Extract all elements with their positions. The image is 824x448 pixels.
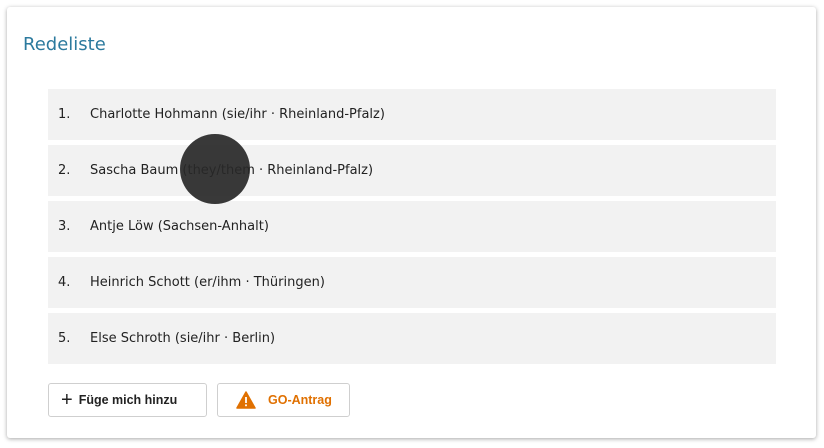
list-item: 3. Antje Löw (Sachsen-Anhalt) bbox=[48, 201, 776, 252]
page-title: Redeliste bbox=[23, 34, 106, 55]
plus-icon: + bbox=[61, 389, 73, 411]
list-item-name: Sascha Baum (they/them · Rheinland-Pfalz… bbox=[90, 163, 374, 178]
go-motion-label: GO-Antrag bbox=[268, 393, 332, 407]
add-me-button[interactable]: + Füge mich hinzu bbox=[48, 383, 207, 417]
list-item-number: 1. bbox=[58, 107, 71, 122]
list-item-number: 4. bbox=[58, 275, 71, 290]
action-bar: + Füge mich hinzu GO-Antrag bbox=[48, 383, 350, 417]
list-item-number: 3. bbox=[58, 219, 71, 234]
list-item: 4. Heinrich Schott (er/ihm · Thüringen) bbox=[48, 257, 776, 308]
add-me-label: Füge mich hinzu bbox=[78, 393, 178, 407]
list-item-name: Antje Löw (Sachsen-Anhalt) bbox=[90, 219, 269, 234]
go-motion-button[interactable]: GO-Antrag bbox=[217, 383, 350, 417]
list-item: 1. Charlotte Hohmann (sie/ihr · Rheinlan… bbox=[48, 89, 776, 140]
list-item: 5. Else Schroth (sie/ihr · Berlin) bbox=[48, 313, 776, 364]
list-item: 2. Sascha Baum (they/them · Rheinland-Pf… bbox=[48, 145, 776, 196]
list-item-name: Heinrich Schott (er/ihm · Thüringen) bbox=[90, 275, 325, 290]
list-item-number: 2. bbox=[58, 163, 71, 178]
warning-icon bbox=[236, 391, 256, 409]
speakers-list-card: Redeliste 1. Charlotte Hohmann (sie/ihr … bbox=[7, 7, 816, 438]
list-item-name: Else Schroth (sie/ihr · Berlin) bbox=[90, 331, 276, 346]
speakers-list: 1. Charlotte Hohmann (sie/ihr · Rheinlan… bbox=[48, 89, 776, 369]
list-item-number: 5. bbox=[58, 331, 71, 346]
list-item-name: Charlotte Hohmann (sie/ihr · Rheinland-P… bbox=[90, 107, 385, 122]
